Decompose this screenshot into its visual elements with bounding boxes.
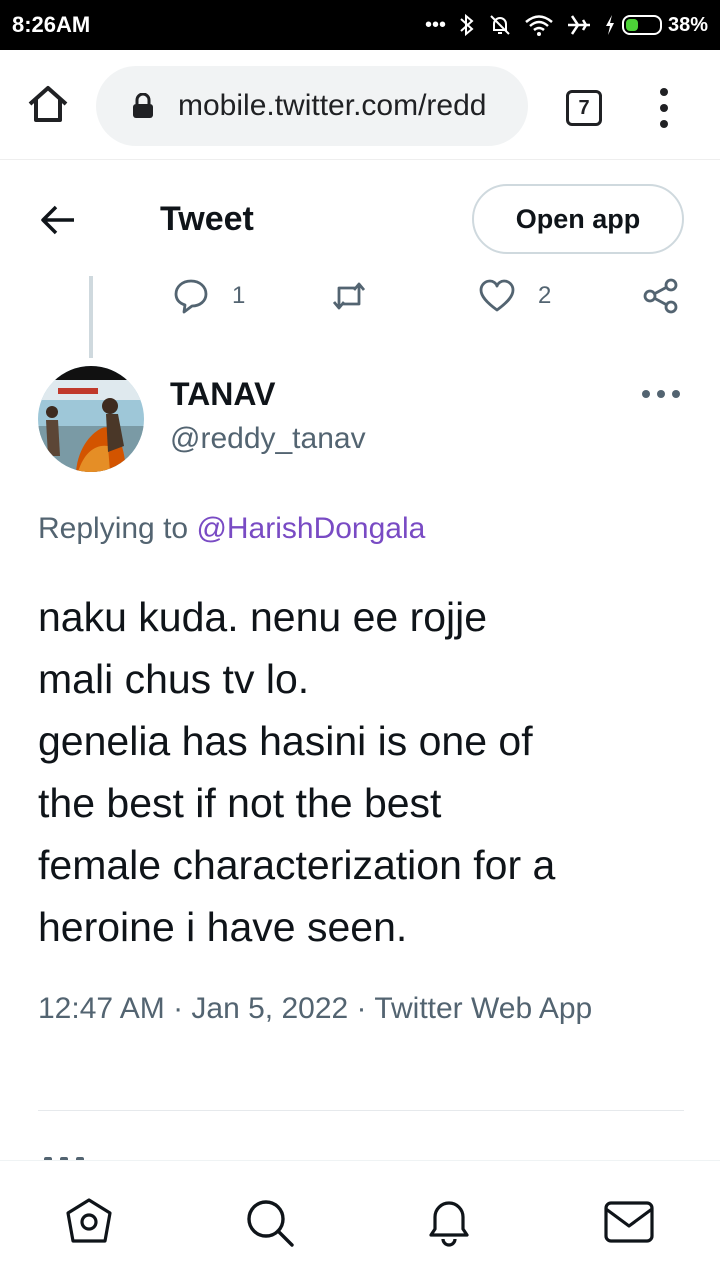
home-icon: [66, 1198, 112, 1243]
author-display-name[interactable]: TANAV: [170, 376, 275, 413]
like-count: 2: [538, 282, 552, 309]
lock-icon: [133, 93, 153, 118]
reply-count: 1: [232, 282, 246, 309]
divider: [38, 1110, 684, 1111]
menu-dot: [660, 120, 668, 128]
reply-action[interactable]: 1: [172, 276, 245, 316]
nav-explore[interactable]: [242, 1195, 296, 1249]
retweet-action[interactable]: [330, 276, 368, 316]
open-app-button[interactable]: Open app: [472, 184, 684, 254]
search-icon: [247, 1200, 294, 1247]
author-handle[interactable]: @reddy_tanav: [170, 422, 366, 456]
browser-toolbar: mobile.twitter.com/redd 7: [0, 50, 720, 160]
avatar[interactable]: [38, 366, 144, 472]
page-title: Tweet: [160, 200, 254, 238]
browser-menu-button[interactable]: [652, 86, 676, 130]
battery-icon: [621, 15, 662, 35]
menu-dot: [660, 88, 668, 96]
tweet-timestamp[interactable]: 12:47 AM · Jan 5, 2022 · Twitter Web App: [38, 986, 658, 1032]
bluetooth-icon: [460, 13, 474, 37]
nav-notifications[interactable]: [422, 1195, 476, 1249]
status-bar: 8:26AM ••• 38%: [0, 0, 720, 50]
share-action[interactable]: [642, 276, 680, 316]
tab-switcher-button[interactable]: 7: [566, 90, 602, 126]
share-icon: [643, 278, 678, 314]
more-dot: [672, 390, 680, 398]
thread-connector: [89, 276, 93, 358]
nav-home[interactable]: [62, 1195, 116, 1249]
replying-prefix: Replying to: [38, 512, 197, 545]
battery-indicator: 38%: [604, 14, 708, 37]
tweet-body: naku kuda. nenu ee rojje mali chus tv lo…: [38, 594, 556, 950]
reply-icon: [174, 279, 208, 314]
back-arrow-icon[interactable]: [38, 200, 78, 240]
url-text: mobile.twitter.com/redd: [178, 89, 487, 122]
menu-dot: [660, 104, 668, 112]
replying-to-line: Replying to @HarishDongala: [38, 512, 425, 546]
address-bar[interactable]: mobile.twitter.com/redd: [96, 66, 528, 146]
home-icon[interactable]: [26, 82, 70, 126]
avatar-image: [38, 366, 144, 472]
wifi-icon: [525, 15, 553, 36]
bell-off-icon: [490, 15, 510, 35]
heart-icon: [479, 279, 515, 312]
more-dot: [642, 390, 650, 398]
mail-icon: [604, 1201, 654, 1243]
battery-fill: [625, 19, 639, 31]
more-dot: [657, 390, 665, 398]
retweet-icon: [332, 282, 366, 310]
airplane-icon: [567, 15, 590, 35]
like-action[interactable]: 2: [478, 276, 551, 316]
more-dots-icon: •••: [424, 13, 446, 36]
status-time: 8:26AM: [12, 12, 91, 37]
page-header: Tweet Open app: [0, 162, 720, 272]
nav-messages[interactable]: [602, 1195, 656, 1249]
stats-row-peek: [44, 1150, 124, 1160]
more-options-button[interactable]: [642, 384, 680, 404]
bell-icon: [429, 1201, 469, 1247]
replying-mention-link[interactable]: @HarishDongala: [196, 512, 425, 545]
bottom-navigation: [0, 1160, 720, 1280]
status-icons: ••• 38%: [425, 8, 708, 42]
charging-icon: [605, 15, 614, 35]
battery-percent: 38%: [667, 13, 708, 36]
